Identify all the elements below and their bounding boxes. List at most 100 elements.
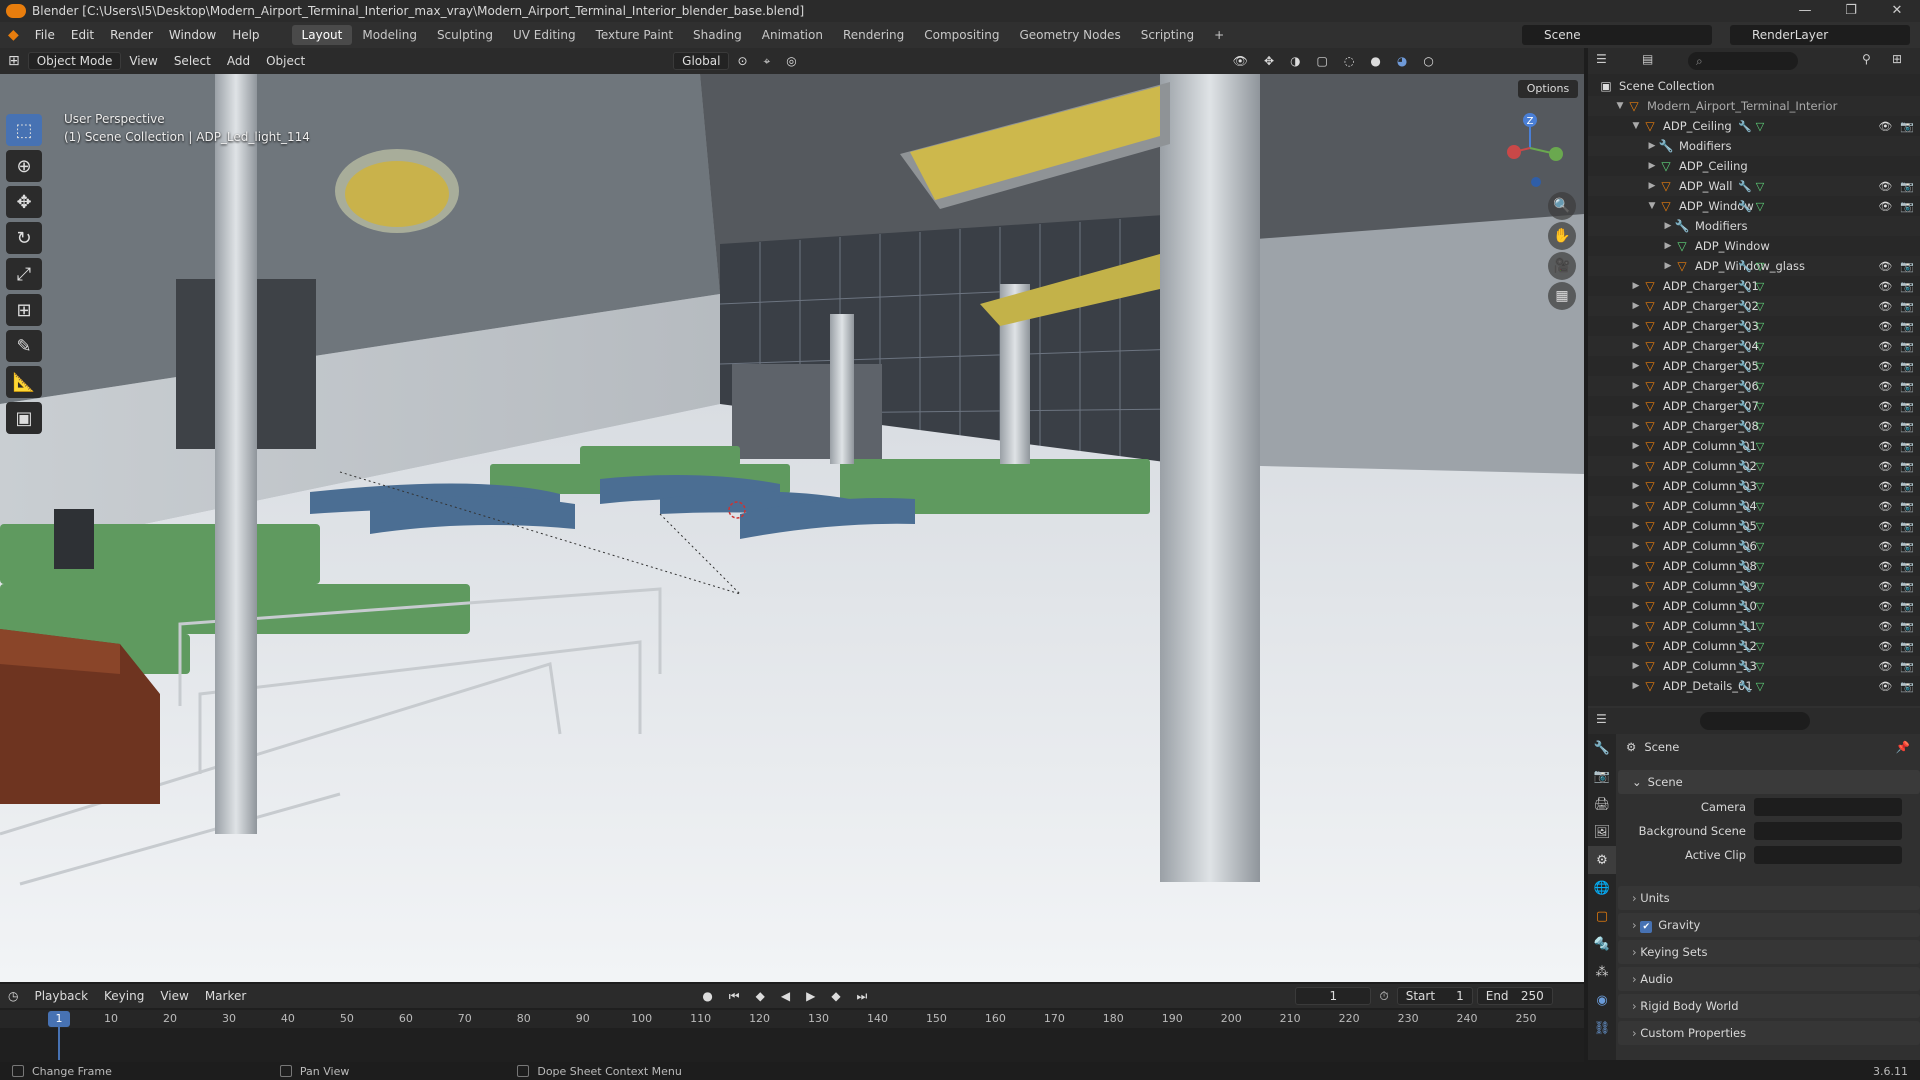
expand-arrow-icon[interactable]: ▶ <box>1630 661 1642 671</box>
camera-view-icon[interactable]: 🎥 <box>1548 252 1576 280</box>
mode-dropdown[interactable]: Object Mode <box>27 52 122 70</box>
render-camera-icon[interactable]: 📷 <box>1900 200 1914 213</box>
render-layer-selector[interactable]: RenderLayer <box>1730 25 1910 45</box>
render-camera-icon[interactable]: 📷 <box>1900 640 1914 653</box>
outliner-row[interactable]: ▶ ▽ ADP_Details_01 🔧 ▽ 👁 📷 <box>1588 676 1920 696</box>
scene-panel[interactable]: ⌄ Scene <box>1618 770 1920 794</box>
modifier-tab-icon[interactable]: 🔩 <box>1588 930 1616 958</box>
eye-icon[interactable]: 👁 <box>1878 620 1892 633</box>
render-camera-icon[interactable]: 📷 <box>1900 600 1914 613</box>
outliner-row[interactable]: ▶ ▽ ADP_Charger_01 🔧 ▽ 👁 📷 <box>1588 276 1920 296</box>
render-camera-icon[interactable]: 📷 <box>1900 380 1914 393</box>
world-tab-icon[interactable]: 🌐 <box>1588 874 1616 902</box>
outliner-row[interactable]: ▶ ▽ ADP_Column_04 🔧 ▽ 👁 📷 <box>1588 496 1920 516</box>
scene-tab-icon[interactable]: ⚙ <box>1588 846 1616 874</box>
blender-menu-icon[interactable]: ◆ <box>0 27 27 43</box>
render-camera-icon[interactable]: 📷 <box>1900 580 1914 593</box>
add-workspace-button[interactable]: + <box>1204 25 1234 45</box>
eye-icon[interactable]: 👁 <box>1878 580 1892 593</box>
visibility-icon[interactable]: 👁 <box>1225 52 1256 70</box>
outliner-row[interactable]: ▶ 🔧 Modifiers <box>1588 136 1920 156</box>
eye-icon[interactable]: 👁 <box>1878 520 1892 533</box>
outliner-row[interactable]: ▶ ▽ ADP_Ceiling <box>1588 156 1920 176</box>
render-tab-icon[interactable]: 📷 <box>1588 762 1616 790</box>
constraints-tab-icon[interactable]: ⛓ <box>1588 1014 1616 1042</box>
render-camera-icon[interactable]: 📷 <box>1900 480 1914 493</box>
outliner-row[interactable]: ▶ ▽ ADP_Charger_04 🔧 ▽ 👁 📷 <box>1588 336 1920 356</box>
expand-arrow-icon[interactable]: ▼ <box>1646 201 1658 211</box>
eye-icon[interactable]: 👁 <box>1878 600 1892 613</box>
tab-layout[interactable]: Layout <box>291 25 353 45</box>
expand-arrow-icon[interactable]: ▶ <box>1630 341 1642 351</box>
annotate-tool-icon[interactable]: ✎ <box>6 330 42 362</box>
subpanel[interactable]: › Audio <box>1618 967 1920 991</box>
eye-icon[interactable]: 👁 <box>1878 500 1892 513</box>
render-camera-icon[interactable]: 📷 <box>1900 300 1914 313</box>
menu-object[interactable]: Object <box>258 52 313 70</box>
minimize-button[interactable]: — <box>1782 0 1828 22</box>
render-camera-icon[interactable]: 📷 <box>1900 520 1914 533</box>
subpanel[interactable]: › Keying Sets <box>1618 940 1920 964</box>
expand-arrow-icon[interactable]: ▶ <box>1630 281 1642 291</box>
zoom-icon[interactable]: 🔍 <box>1548 192 1576 220</box>
outliner-row[interactable]: ▶ ▽ ADP_Column_05 🔧 ▽ 👁 📷 <box>1588 516 1920 536</box>
outliner-row[interactable]: ▶ ▽ ADP_Column_08 🔧 ▽ 👁 📷 <box>1588 556 1920 576</box>
expand-arrow-icon[interactable]: ▶ <box>1630 321 1642 331</box>
expand-arrow-icon[interactable]: ▼ <box>1630 121 1642 131</box>
menu-select[interactable]: Select <box>166 52 219 70</box>
tab-geometry-nodes[interactable]: Geometry Nodes <box>1009 25 1130 45</box>
menu-render[interactable]: Render <box>102 28 161 42</box>
play-icon[interactable]: ▶ <box>798 987 823 1005</box>
subpanel-header[interactable]: › Units <box>1618 886 1920 910</box>
render-camera-icon[interactable]: 📷 <box>1900 340 1914 353</box>
expand-arrow-icon[interactable]: ▶ <box>1630 541 1642 551</box>
render-camera-icon[interactable]: 📷 <box>1900 460 1914 473</box>
menu-edit[interactable]: Edit <box>63 28 102 42</box>
material-shading-icon[interactable]: ◕ <box>1389 52 1415 70</box>
expand-arrow-icon[interactable]: ▶ <box>1630 501 1642 511</box>
eye-icon[interactable]: 👁 <box>1878 340 1892 353</box>
outliner-editor-type-icon[interactable]: ☰ <box>1596 52 1607 66</box>
outliner-root[interactable]: ▣ Scene Collection <box>1588 76 1920 96</box>
play-reverse-icon[interactable]: ◀ <box>773 987 798 1005</box>
output-tab-icon[interactable]: 🖨 <box>1588 790 1616 818</box>
render-camera-icon[interactable]: 📷 <box>1900 560 1914 573</box>
menu-playback[interactable]: Playback <box>26 987 96 1005</box>
eye-icon[interactable]: 👁 <box>1878 680 1892 693</box>
expand-arrow-icon[interactable]: ▶ <box>1630 681 1642 691</box>
tab-compositing[interactable]: Compositing <box>914 25 1009 45</box>
menu-help[interactable]: Help <box>224 28 267 42</box>
outliner-row[interactable]: ▶ ▽ ADP_Charger_07 🔧 ▽ 👁 📷 <box>1588 396 1920 416</box>
grid-ortho-icon[interactable]: ▦ <box>1548 282 1576 310</box>
render-camera-icon[interactable]: 📷 <box>1900 400 1914 413</box>
tab-shading[interactable]: Shading <box>683 25 752 45</box>
eye-icon[interactable]: 👁 <box>1878 560 1892 573</box>
overlay-toggle-icon[interactable]: ◑ <box>1282 52 1308 70</box>
timeline-editor-icon[interactable]: ◷ <box>0 987 26 1005</box>
object-tab-icon[interactable]: ▢ <box>1588 902 1616 930</box>
expand-arrow-icon[interactable]: ▶ <box>1646 141 1658 151</box>
display-mode-icon[interactable]: ▤ <box>1642 52 1653 66</box>
outliner-row[interactable]: ▶ ▽ ADP_Window_glass 🔧 ▽ 👁 📷 <box>1588 256 1920 276</box>
filter-icon[interactable]: ⚲ <box>1862 52 1871 66</box>
render-camera-icon[interactable]: 📷 <box>1900 680 1914 693</box>
select-box-tool-icon[interactable]: ⬚ <box>6 114 42 146</box>
expand-arrow-icon[interactable]: ▶ <box>1630 481 1642 491</box>
expand-arrow-icon[interactable]: ▶ <box>1662 261 1674 271</box>
eye-icon[interactable]: 👁 <box>1878 280 1892 293</box>
start-frame-field[interactable]: Start 1 <box>1396 987 1473 1005</box>
outliner-row[interactable]: ▶ ▽ ADP_Column_01 🔧 ▽ 👁 📷 <box>1588 436 1920 456</box>
expand-arrow-icon[interactable]: ▶ <box>1630 561 1642 571</box>
record-icon[interactable]: ● <box>694 987 720 1005</box>
field-value-input[interactable] <box>1754 846 1902 864</box>
expand-arrow-icon[interactable]: ▶ <box>1630 581 1642 591</box>
render-camera-icon[interactable]: 📷 <box>1900 420 1914 433</box>
eye-icon[interactable]: 👁 <box>1878 300 1892 313</box>
outliner-row[interactable]: ▶ ▽ ADP_Column_03 🔧 ▽ 👁 📷 <box>1588 476 1920 496</box>
tab-texture-paint[interactable]: Texture Paint <box>586 25 683 45</box>
outliner-row[interactable]: ▶ ▽ ADP_Charger_02 🔧 ▽ 👁 📷 <box>1588 296 1920 316</box>
outliner-row[interactable]: ▶ ▽ ADP_Column_06 🔧 ▽ 👁 📷 <box>1588 536 1920 556</box>
expand-arrow-icon[interactable]: ▶ <box>1630 381 1642 391</box>
outliner-row[interactable]: ▼ ▽ ADP_Window 🔧 ▽ 👁 📷 <box>1588 196 1920 216</box>
expand-arrow-icon[interactable]: ▶ <box>1662 241 1674 251</box>
